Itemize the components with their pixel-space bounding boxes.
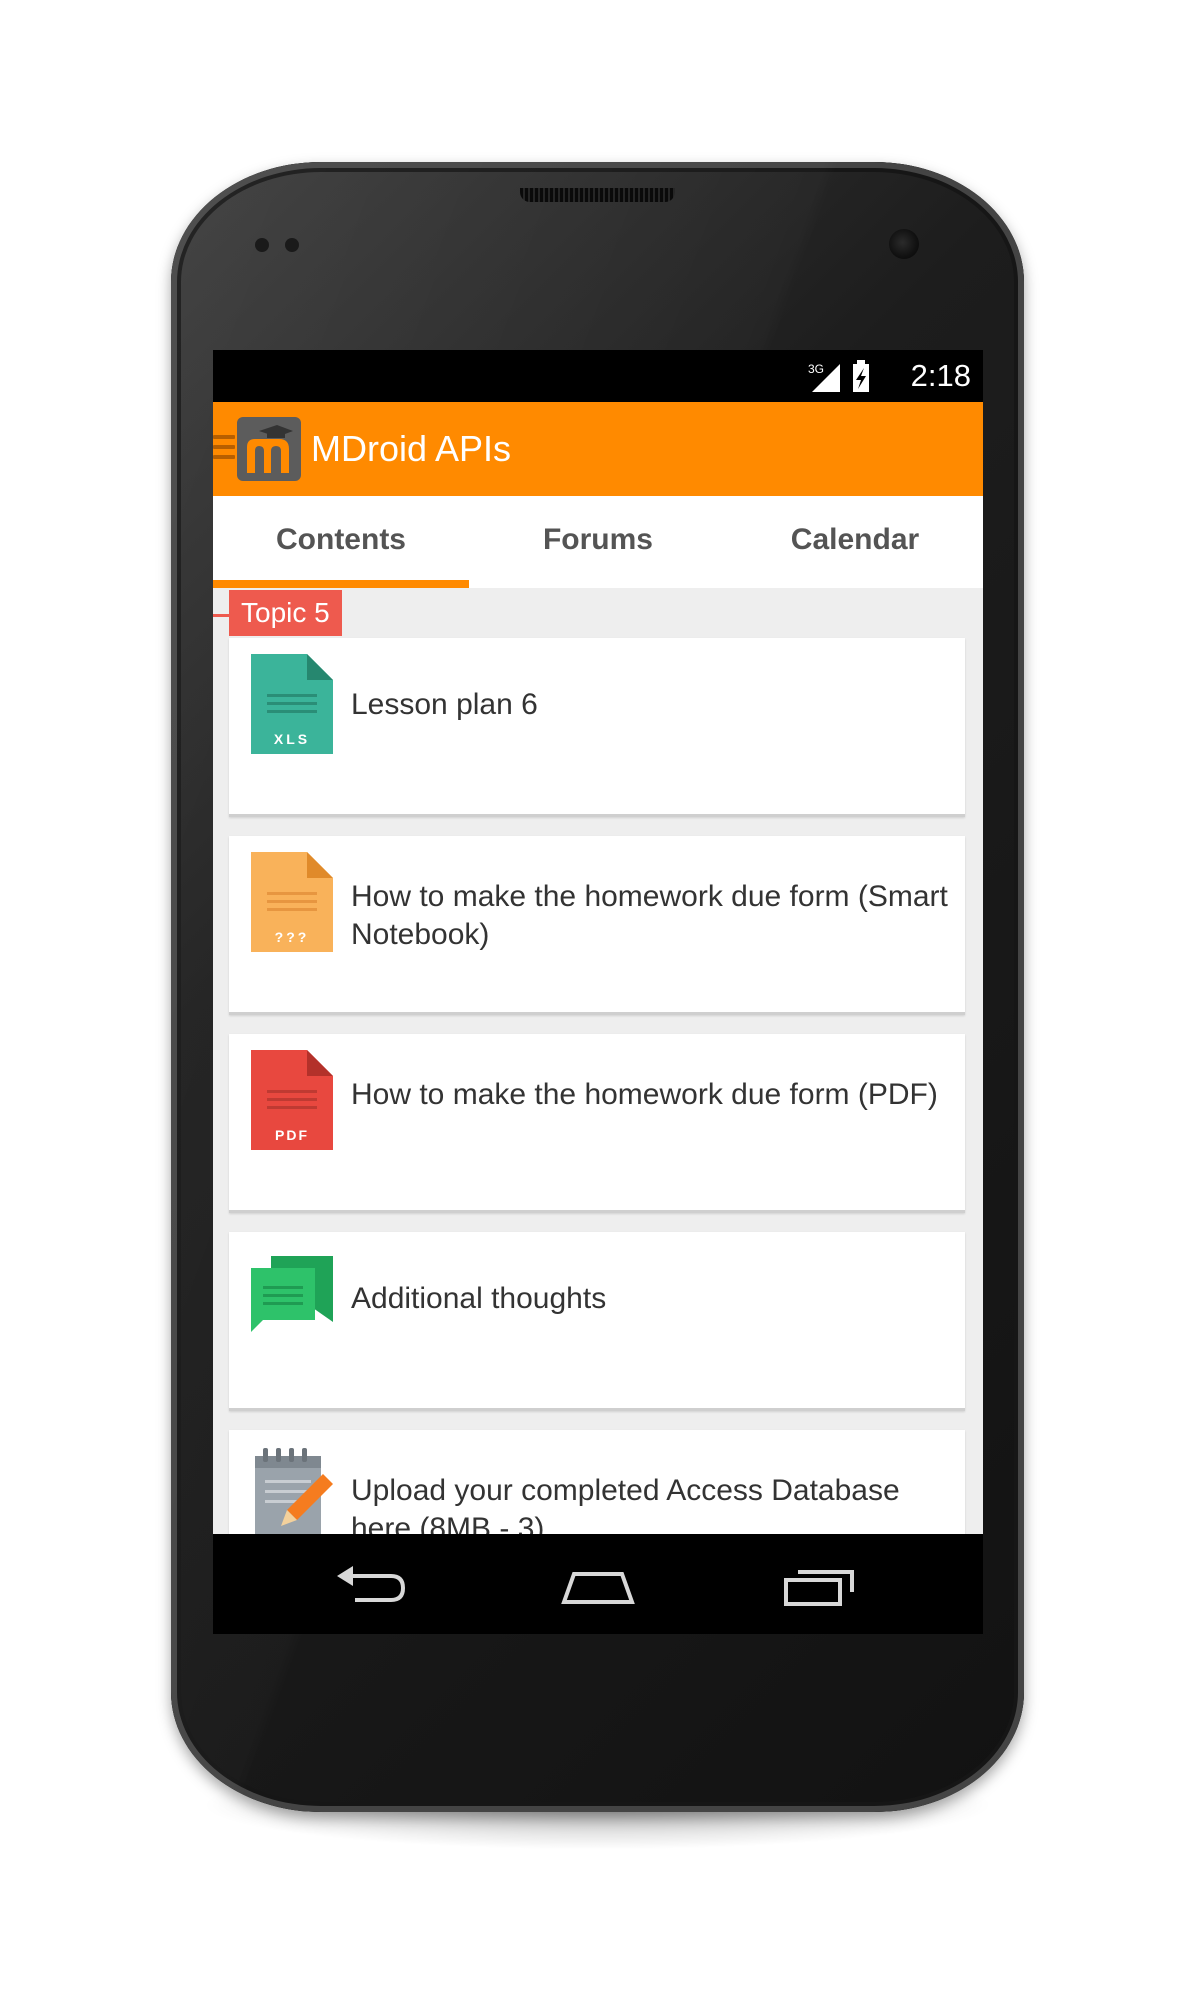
battery-charging-icon	[853, 360, 869, 392]
action-bar: MDroid APIs	[213, 402, 983, 496]
earpiece-speaker	[520, 188, 675, 202]
status-icons: 3G	[808, 360, 869, 392]
back-icon[interactable]	[333, 1562, 413, 1608]
navigation-bar	[213, 1534, 983, 1634]
tab-calendar[interactable]: Calendar	[727, 496, 983, 588]
list-item[interactable]: XLS Lesson plan 6	[229, 638, 965, 817]
file-type-label: PDF	[275, 1127, 309, 1143]
item-title: How to make the homework due form (Smart…	[351, 880, 948, 951]
selected-tab-indicator	[213, 580, 469, 588]
status-time: 2:18	[910, 358, 971, 393]
xls-file-icon: XLS	[251, 654, 333, 754]
list-item[interactable]: Additional thoughts	[229, 1232, 965, 1411]
list-item[interactable]: ??? How to make the homework due form (S…	[229, 836, 965, 1015]
item-title: Upload your completed Access Database he…	[351, 1474, 900, 1534]
list-item[interactable]: Upload your completed Access Database he…	[229, 1430, 965, 1534]
section-title-badge: Topic 5	[229, 590, 342, 636]
unknown-file-icon: ???	[251, 852, 333, 952]
file-type-label: ???	[275, 929, 310, 945]
navigation-drawer-icon[interactable]	[213, 435, 235, 463]
list-item[interactable]: PDF How to make the homework due form (P…	[229, 1034, 965, 1213]
tab-forums[interactable]: Forums	[470, 496, 726, 588]
assignment-notepad-icon	[255, 1448, 333, 1534]
home-icon[interactable]	[558, 1562, 638, 1608]
light-sensor	[285, 238, 299, 252]
item-title: Lesson plan 6	[351, 688, 538, 721]
front-camera	[889, 229, 919, 259]
course-contents-list[interactable]: Topic 5 XLS Lesson plan 6 ??? How to mak…	[213, 588, 983, 1534]
network-type-label: 3G	[808, 362, 824, 376]
phone-screen: 3G 2:18 MDroid APIs Contents Forums Cale…	[213, 350, 983, 1634]
item-title: Additional thoughts	[351, 1282, 607, 1315]
topic-marker-line	[213, 614, 229, 617]
tab-bar: Contents Forums Calendar	[213, 496, 983, 588]
pdf-file-icon: PDF	[251, 1050, 333, 1150]
item-title: How to make the homework due form (PDF)	[351, 1078, 938, 1111]
proximity-sensor	[255, 238, 269, 252]
file-type-label: XLS	[274, 731, 310, 747]
recent-apps-icon[interactable]	[780, 1562, 860, 1608]
tab-contents[interactable]: Contents	[213, 496, 469, 588]
forum-chat-icon	[251, 1256, 333, 1332]
status-bar: 3G 2:18	[213, 350, 983, 402]
app-title: MDroid APIs	[311, 428, 512, 469]
moodle-logo-icon[interactable]	[237, 417, 301, 481]
